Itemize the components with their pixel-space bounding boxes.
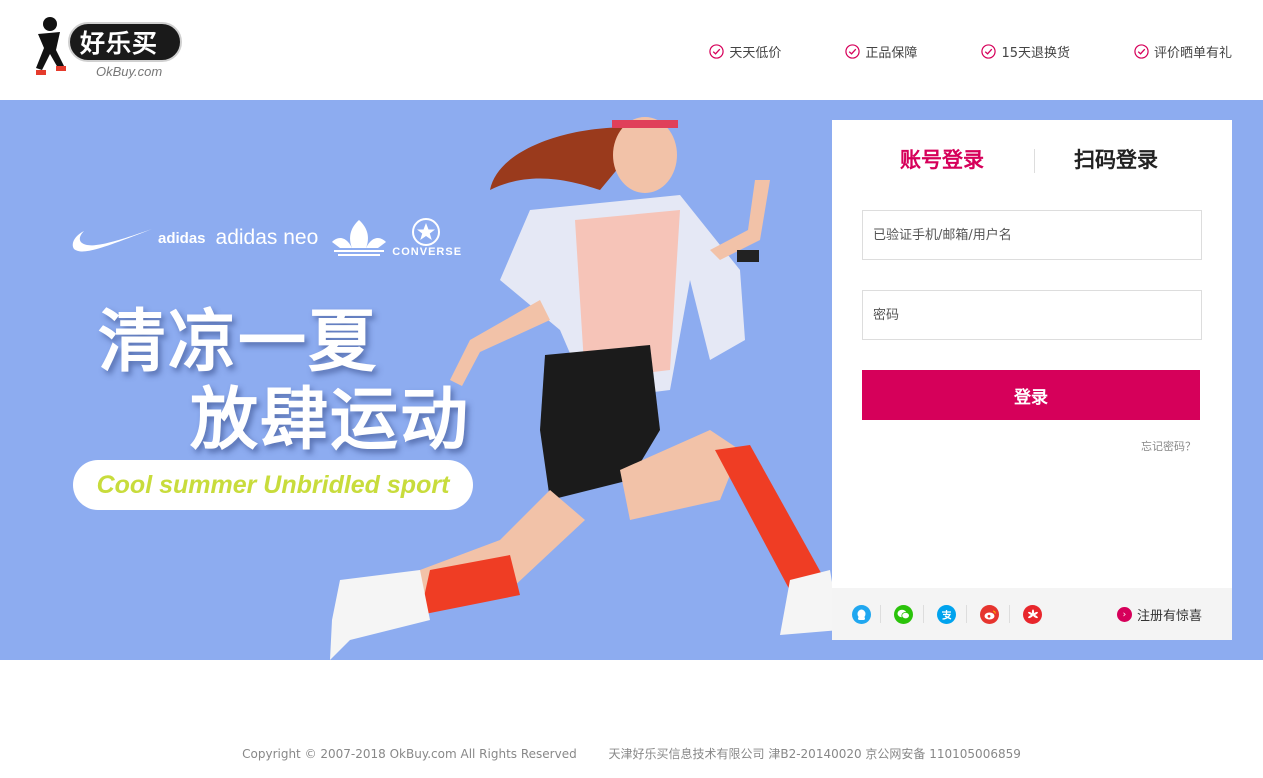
register-link[interactable]: › 注册有惊喜 xyxy=(1116,605,1202,624)
adidas-logo: adidas xyxy=(158,229,206,247)
check-circle-icon xyxy=(1134,44,1149,59)
social-separator xyxy=(1009,605,1010,623)
tab-account-login[interactable]: 账号登录 xyxy=(900,144,984,174)
feature-label: 天天低价 xyxy=(729,46,782,61)
check-circle-icon xyxy=(981,44,997,59)
tab-qr-login[interactable]: 扫码登录 xyxy=(1074,144,1158,174)
login-tabs: 账号登录 扫码登录 xyxy=(832,144,1232,178)
tab-divider xyxy=(1034,149,1035,173)
feature-review-gift: 评价晒单有礼 xyxy=(1134,42,1232,61)
check-circle-icon xyxy=(709,44,725,59)
alipay-icon[interactable] xyxy=(937,605,956,624)
social-separator xyxy=(923,605,924,623)
social-login-bar: › 注册有惊喜 xyxy=(832,588,1232,640)
footer-company-info: 天津好乐买信息技术有限公司 津B2-20140020 京公网安备 1101050… xyxy=(608,747,1021,761)
site-header: 好乐买 OkBuy.com 天天低价 正品保障 15天退换货 评价晒单有礼 xyxy=(0,0,1263,100)
social-separator xyxy=(880,605,881,623)
feature-returns: 15天退换货 xyxy=(981,42,1070,61)
forgot-password-link[interactable]: 忘记密码？ xyxy=(1141,438,1196,454)
feature-label: 15天退换货 xyxy=(1001,46,1070,61)
login-button[interactable]: 登录 xyxy=(862,370,1200,420)
feature-label: 评价晒单有礼 xyxy=(1153,46,1232,61)
huawei-icon[interactable] xyxy=(1023,605,1042,624)
chevron-right-icon: › xyxy=(1116,607,1132,622)
weibo-icon[interactable] xyxy=(980,605,999,624)
wechat-icon[interactable] xyxy=(894,605,913,624)
footer-copyright: Copyright © 2007-2018 OkBuy.com All Righ… xyxy=(242,747,577,761)
service-features: 天天低价 正品保障 15天退换货 评价晒单有礼 xyxy=(709,42,1232,61)
feature-label: 正品保障 xyxy=(865,46,918,61)
login-panel: 账号登录 扫码登录 登录 忘记密码？ › 注册有惊喜 xyxy=(832,120,1232,640)
check-circle-icon xyxy=(845,44,861,59)
qq-icon[interactable] xyxy=(852,605,871,624)
site-footer: Copyright © 2007-2018 OkBuy.com All Righ… xyxy=(0,745,1263,762)
runner-mascot-icon xyxy=(36,17,66,75)
register-label: 注册有惊喜 xyxy=(1136,609,1202,624)
username-input[interactable] xyxy=(862,210,1202,260)
logo-name: 好乐买 xyxy=(80,29,159,58)
nike-swoosh-icon xyxy=(72,229,152,252)
okbuy-logo[interactable]: 好乐买 OkBuy.com xyxy=(30,14,190,84)
feature-genuine: 正品保障 xyxy=(845,42,917,61)
password-input[interactable] xyxy=(862,290,1202,340)
runner-illustration xyxy=(330,117,840,660)
feature-low-price: 天天低价 xyxy=(709,42,781,61)
social-separator xyxy=(966,605,967,623)
logo-domain: OkBuy.com xyxy=(96,64,163,79)
